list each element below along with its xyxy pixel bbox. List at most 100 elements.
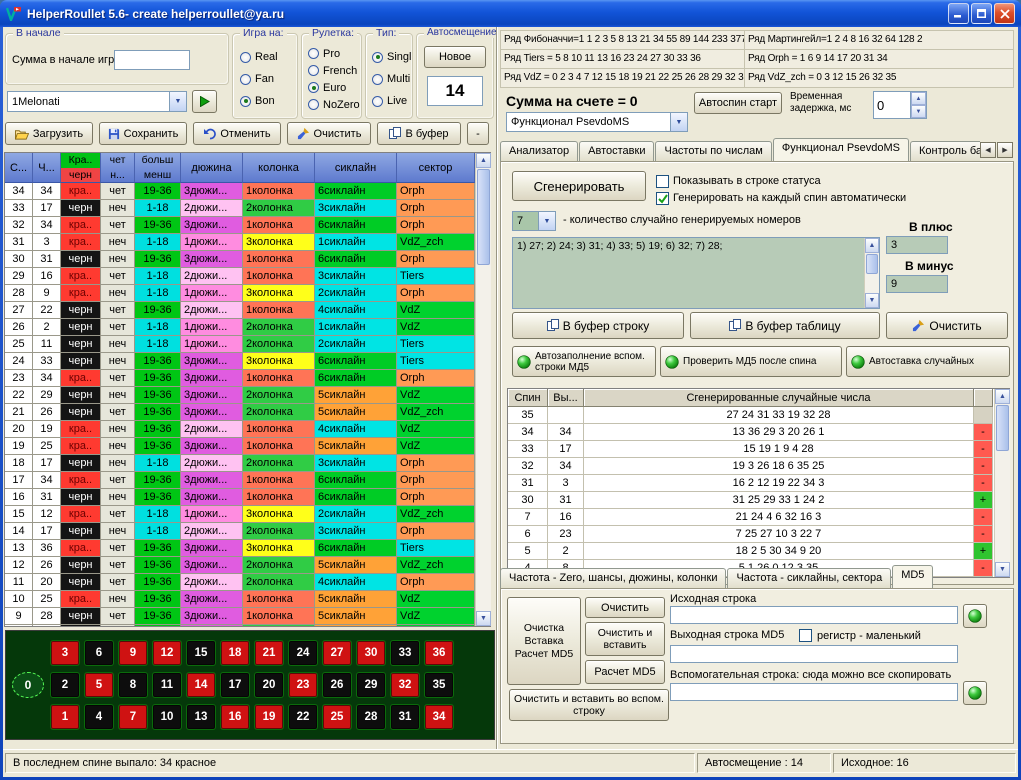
history-row[interactable]: 2916кра..чет1-182дюжи...1колонка3сиклайн… <box>5 268 475 285</box>
count-select[interactable]: 7 ▼ <box>512 211 556 231</box>
generated-row[interactable]: 303131 25 29 33 1 24 2+ <box>508 492 1009 509</box>
dropdown-arrow-icon[interactable]: ▼ <box>169 92 186 111</box>
generate-button[interactable]: Сгенерировать <box>512 171 646 201</box>
clear-button[interactable]: Очистить <box>287 122 371 145</box>
md5-clear-button[interactable]: Очистить <box>585 597 665 618</box>
start-sum-input[interactable] <box>114 50 190 70</box>
clear-generated-button[interactable]: Очистить <box>886 312 1008 339</box>
roulette-option-nozero[interactable]: NoZero <box>308 96 360 113</box>
type-option-live[interactable]: Live <box>372 90 411 112</box>
history-scrollbar[interactable]: ▲ ▼ <box>475 153 491 626</box>
board-cell-29[interactable]: 29 <box>356 672 386 698</box>
main-tab-4[interactable]: Контроль банкролла <box>910 141 980 161</box>
history-row[interactable]: 2229черннеч19-363дюжи...2колонка5сиклайн… <box>5 387 475 404</box>
board-cell-1[interactable]: 1 <box>50 704 80 730</box>
board-cell-2[interactable]: 2 <box>50 672 80 698</box>
textarea-scrollbar[interactable]: ▲ ▼ <box>864 238 879 308</box>
copy-row-button[interactable]: В буфер строку <box>512 312 684 339</box>
spinner-down-icon[interactable]: ▼ <box>911 105 926 118</box>
board-cell-10[interactable]: 10 <box>152 704 182 730</box>
history-row[interactable]: 2334кра..чет19-363дюжи...1колонка6сиклай… <box>5 370 475 387</box>
generated-row[interactable]: 5218 2 5 30 34 9 20+ <box>508 543 1009 560</box>
history-row[interactable]: 928чернчет19-363дюжи...1колонка5сиклайнV… <box>5 608 475 625</box>
history-row[interactable]: 1120чернчет19-362дюжи...2колонка4сиклайн… <box>5 574 475 591</box>
game-option-fan[interactable]: Fan <box>240 68 295 90</box>
scroll-up-icon[interactable]: ▲ <box>865 238 879 253</box>
board-cell-23[interactable]: 23 <box>288 672 318 698</box>
autospin-start-button[interactable]: Автоспин старт <box>694 92 782 114</box>
board-cell-6[interactable]: 6 <box>84 640 114 666</box>
board-cell-35[interactable]: 35 <box>424 672 454 698</box>
type-option-singl[interactable]: Singl <box>372 46 411 68</box>
board-cell-21[interactable]: 21 <box>254 640 284 666</box>
generated-row[interactable]: 323419 3 26 18 6 35 25- <box>508 458 1009 475</box>
history-row[interactable]: 2019кра..неч19-362дюжи...1колонка4сиклай… <box>5 421 475 438</box>
minimize-button[interactable] <box>948 3 969 24</box>
source-sphere-button[interactable] <box>963 604 987 628</box>
undo-button[interactable]: Отменить <box>193 122 281 145</box>
main-tab-3[interactable]: Функционал PsevdoMS <box>773 138 909 161</box>
history-row[interactable]: 1631черннеч19-363дюжи...1колонка6сиклайн… <box>5 489 475 506</box>
minus-button[interactable]: - <box>467 122 489 145</box>
scroll-up-icon[interactable]: ▲ <box>995 389 1010 404</box>
scrollbar-thumb[interactable] <box>996 405 1009 451</box>
history-row[interactable]: 3031черннеч19-363дюжи...1колонка6сиклайн… <box>5 251 475 268</box>
board-cell-36[interactable]: 36 <box>424 640 454 666</box>
generated-row[interactable]: 343413 36 29 3 20 26 1- <box>508 424 1009 441</box>
generated-numbers-textarea[interactable]: 1) 27; 2) 24; 3) 31; 4) 33; 5) 19; 6) 32… <box>512 237 880 309</box>
board-cell-0[interactable]: 0 <box>12 672 44 698</box>
history-row[interactable]: 1817черннеч1-182дюжи...2колонка3сиклайнO… <box>5 455 475 472</box>
scroll-up-icon[interactable]: ▲ <box>476 153 491 168</box>
dropdown-arrow-icon[interactable]: ▼ <box>538 212 555 230</box>
autofill-md5-button[interactable]: Автозаполнение вспом. строки МД5 <box>512 346 656 377</box>
board-cell-24[interactable]: 24 <box>288 640 318 666</box>
game-option-real[interactable]: Real <box>240 46 295 68</box>
history-row[interactable]: 829черннеч19-363дюжи...2колонка5сиклайнV… <box>5 625 475 626</box>
board-cell-22[interactable]: 22 <box>288 704 318 730</box>
history-row[interactable]: 313кра..неч1-181дюжи...3колонка1сиклайнV… <box>5 234 475 251</box>
history-row[interactable]: 1512кра..чет1-181дюжи...3колонка2сиклайн… <box>5 506 475 523</box>
new-shift-button[interactable]: Новое <box>424 46 486 68</box>
check-md5-button[interactable]: Проверить МД5 после спина <box>660 346 842 377</box>
main-tab-2[interactable]: Частоты по числам <box>655 141 771 161</box>
history-row[interactable]: 2433черннеч19-363дюжи...3колонка6сиклайн… <box>5 353 475 370</box>
titlebar[interactable]: HelperRoullet 5.6- create helperroullet@… <box>0 0 1021 27</box>
history-row[interactable]: 262чернчет1-181дюжи...2колонка1сиклайнVd… <box>5 319 475 336</box>
history-row[interactable]: 1025кра..неч19-363дюжи...1колонка5сиклай… <box>5 591 475 608</box>
history-row[interactable]: 2511черннеч1-181дюжи...2колонка2сиклайнT… <box>5 336 475 353</box>
history-row[interactable]: 1417черннеч1-182дюжи...2колонка3сиклайнO… <box>5 523 475 540</box>
board-cell-15[interactable]: 15 <box>186 640 216 666</box>
dropdown-arrow-icon[interactable]: ▼ <box>670 113 687 131</box>
history-row[interactable]: 2722чернчет19-362дюжи...1колонка4сиклайн… <box>5 302 475 319</box>
generated-row[interactable]: 31316 2 12 19 22 34 3- <box>508 475 1009 492</box>
board-cell-13[interactable]: 13 <box>186 704 216 730</box>
tab-scroll-left-icon[interactable]: ◀ <box>980 142 996 158</box>
history-row[interactable]: 3317черннеч1-182дюжи...2колонка3сиклайнO… <box>5 200 475 217</box>
history-row[interactable]: 1925кра..неч19-363дюжи...1колонка5сиклай… <box>5 438 475 455</box>
play-button[interactable] <box>192 90 217 113</box>
board-cell-30[interactable]: 30 <box>356 640 386 666</box>
roulette-option-pro[interactable]: Pro <box>308 45 360 62</box>
history-row[interactable]: 1336кра..чет19-363дюжи...3колонка6сиклай… <box>5 540 475 557</box>
functional-select[interactable]: Функционал PsevdoMS ▼ <box>506 112 688 132</box>
md5-clear-paste-button[interactable]: Очистить и вставить <box>585 622 665 656</box>
roulette-option-euro[interactable]: Euro <box>308 79 360 96</box>
board-cell-34[interactable]: 34 <box>424 704 454 730</box>
generated-row[interactable]: 71621 24 4 6 32 16 3- <box>508 509 1009 526</box>
md5-big-button[interactable]: Очистка Вставка Расчет MD5 <box>507 597 581 685</box>
type-option-multi[interactable]: Multi <box>372 68 411 90</box>
output-string-input[interactable] <box>670 645 958 663</box>
main-tab-1[interactable]: Автоставки <box>579 141 654 161</box>
board-cell-28[interactable]: 28 <box>356 704 386 730</box>
board-cell-7[interactable]: 7 <box>118 704 148 730</box>
scrollbar-thumb[interactable] <box>477 169 490 265</box>
main-tab-0[interactable]: Анализатор <box>500 141 578 161</box>
history-row[interactable]: 3234кра..чет19-363дюжи...1колонка6сиклай… <box>5 217 475 234</box>
board-cell-9[interactable]: 9 <box>118 640 148 666</box>
board-cell-33[interactable]: 33 <box>390 640 420 666</box>
history-row[interactable]: 1226чернчет19-363дюжи...2колонка5сиклайн… <box>5 557 475 574</box>
autobet-random-button[interactable]: Автоставка случайных <box>846 346 1010 377</box>
maximize-button[interactable] <box>971 3 992 24</box>
lowercase-checkbox[interactable] <box>799 629 812 642</box>
aux-string-input[interactable] <box>670 683 958 701</box>
